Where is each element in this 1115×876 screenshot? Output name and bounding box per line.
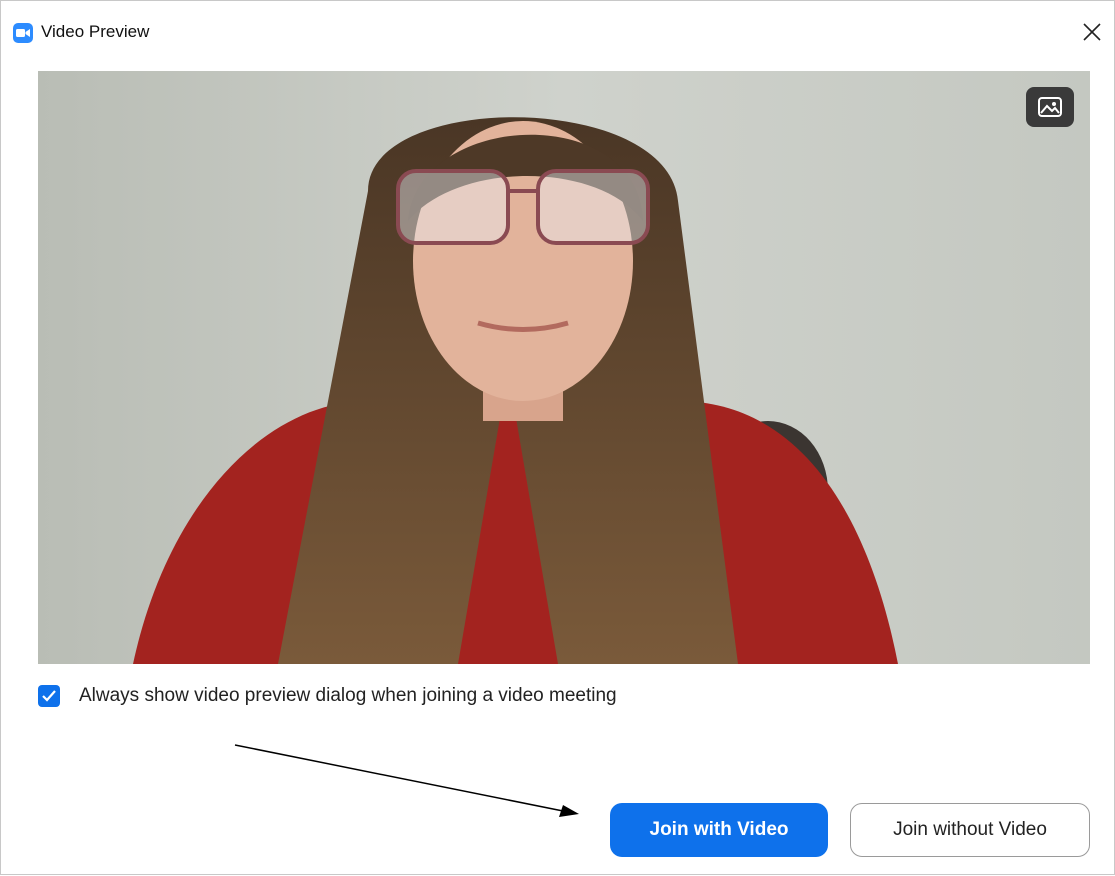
join-without-video-button[interactable]: Join without Video (850, 803, 1090, 857)
join-with-video-button[interactable]: Join with Video (610, 803, 828, 857)
video-preview-dialog: Video Preview Always show video preview … (0, 0, 1115, 875)
annotation-arrow (234, 744, 579, 817)
